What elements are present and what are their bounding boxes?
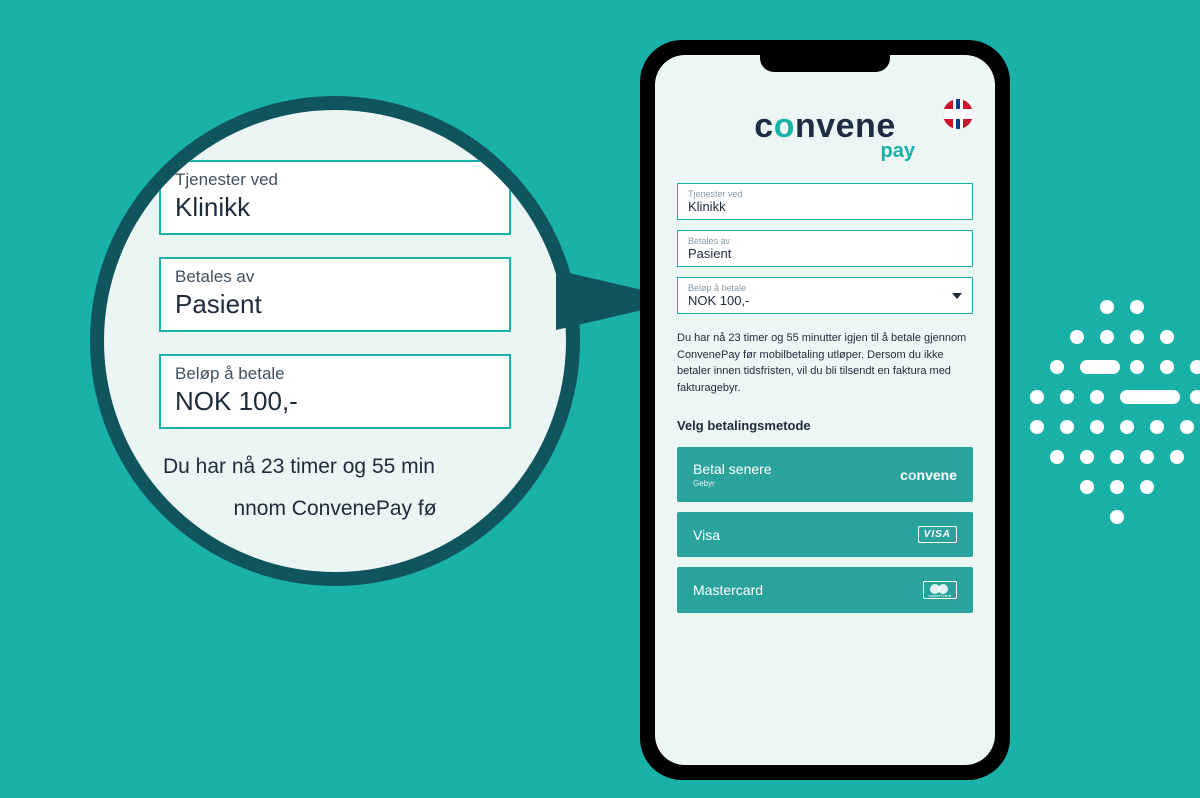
mastercard-button[interactable]: Mastercard mastercard (677, 567, 973, 613)
chevron-down-icon (952, 293, 962, 299)
zoom-value-amount: NOK 100,- (175, 386, 495, 417)
visa-label: Visa (693, 527, 720, 543)
brand-logo: convene pay (677, 107, 973, 163)
detail-bubble: Tjenester ved Klinikk Betales av Pasient… (90, 96, 580, 586)
decorative-dots-icon (1030, 300, 1200, 540)
app-screen: convene pay Tjenester ved Klinikk Betale… (655, 55, 995, 765)
zoom-field-amount: Beløp å betale NOK 100,- (159, 354, 511, 429)
service-label: Tjenester ved (688, 189, 962, 199)
payer-field[interactable]: Betales av Pasient (677, 230, 973, 267)
zoom-label-service: Tjenester ved (175, 170, 495, 190)
zoom-value-payer: Pasient (175, 289, 495, 320)
countdown-info-text: Du har nå 23 timer og 55 minutter igjen … (677, 330, 973, 396)
convene-brand-icon: convene (900, 467, 957, 483)
language-flag-button[interactable] (943, 99, 973, 129)
zoom-info-line1: Du har nå 23 timer og 55 min (159, 451, 511, 483)
mastercard-badge-icon: mastercard (923, 581, 957, 599)
pay-later-label: Betal senere (693, 461, 772, 477)
zoom-field-service: Tjenester ved Klinikk (159, 160, 511, 235)
service-field[interactable]: Tjenester ved Klinikk (677, 183, 973, 220)
visa-badge-icon: VISA (918, 526, 957, 543)
zoom-info-line2: nnom ConvenePay fø (159, 493, 511, 525)
payer-value: Pasient (688, 246, 962, 261)
zoom-value-service: Klinikk (175, 192, 495, 223)
amount-value: NOK 100,- (688, 293, 962, 308)
mastercard-label: Mastercard (693, 582, 763, 598)
zoom-label-payer: Betales av (175, 267, 495, 287)
brand-name: convene (754, 107, 895, 146)
payment-methods-title: Velg betalingsmetode (677, 418, 973, 433)
service-value: Klinikk (688, 199, 962, 214)
pay-later-sub: Gebyr (693, 479, 772, 488)
visa-button[interactable]: Visa VISA (677, 512, 973, 557)
zoom-field-payer: Betales av Pasient (159, 257, 511, 332)
zoom-label-amount: Beløp å betale (175, 364, 495, 384)
payer-label: Betales av (688, 236, 962, 246)
pay-later-button[interactable]: Betal senere Gebyr convene (677, 447, 973, 502)
phone-frame: convene pay Tjenester ved Klinikk Betale… (640, 40, 1010, 780)
amount-select[interactable]: Beløp å betale NOK 100,- (677, 277, 973, 314)
amount-label: Beløp å betale (688, 283, 962, 293)
